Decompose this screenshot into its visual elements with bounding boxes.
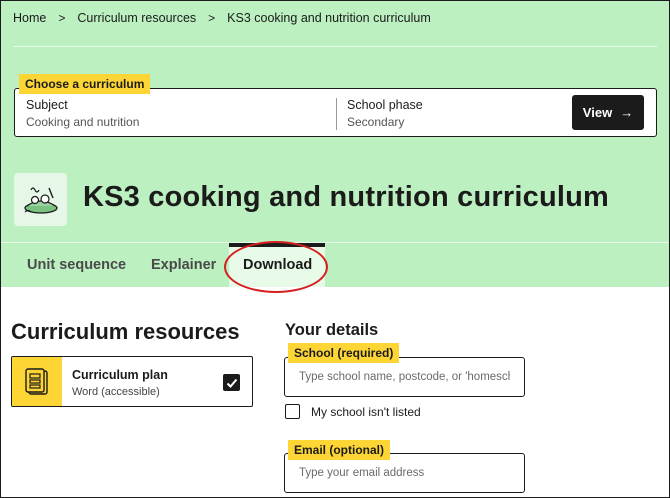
tab-unit-sequence[interactable]: Unit sequence — [27, 257, 126, 273]
resource-card-curriculum-plan[interactable]: Curriculum plan Word (accessible) — [11, 356, 253, 407]
choose-curriculum-tag: Choose a curriculum — [19, 74, 151, 94]
breadcrumb-current: KS3 cooking and nutrition curriculum — [227, 11, 431, 25]
tab-explainer[interactable]: Explainer — [151, 257, 216, 273]
resource-title: Curriculum plan — [72, 368, 168, 382]
breadcrumb-separator: > — [58, 11, 66, 25]
school-input[interactable] — [284, 357, 525, 397]
document-icon — [12, 357, 62, 406]
view-button[interactable]: View → — [572, 95, 644, 130]
school-phase-label: School phase — [347, 98, 423, 112]
breadcrumb-home[interactable]: Home — [13, 11, 46, 25]
cooking-nutrition-icon — [14, 173, 67, 226]
breadcrumb-curriculum-resources[interactable]: Curriculum resources — [77, 11, 196, 25]
school-required-tag: School (required) — [288, 343, 400, 363]
resource-subtitle: Word (accessible) — [72, 386, 160, 398]
subject-label: Subject — [26, 98, 68, 112]
subject-field[interactable]: Subject Cooking and nutrition — [26, 98, 139, 129]
school-unlisted-label: My school isn't listed — [311, 405, 421, 419]
breadcrumb: Home > Curriculum resources > KS3 cookin… — [13, 11, 431, 25]
school-phase-field[interactable]: School phase Secondary — [347, 98, 423, 129]
arrow-right-icon: → — [620, 105, 634, 120]
page-header: Home > Curriculum resources > KS3 cookin… — [1, 1, 669, 293]
resource-checkbox[interactable] — [223, 374, 240, 391]
checkmark-icon — [226, 378, 237, 388]
view-button-label: View — [582, 105, 613, 120]
school-unlisted-checkbox[interactable] — [285, 404, 300, 419]
curriculum-resources-heading: Curriculum resources — [11, 319, 240, 344]
breadcrumb-separator: > — [208, 11, 216, 25]
curriculum-chooser: Subject Cooking and nutrition School pha… — [14, 88, 657, 137]
email-optional-tag: Email (optional) — [288, 440, 390, 460]
subject-value: Cooking and nutrition — [26, 115, 140, 129]
header-divider — [13, 46, 657, 47]
annotation-highlight-ring — [224, 241, 328, 293]
page-title: KS3 cooking and nutrition curriculum — [83, 181, 610, 213]
tabs-divider — [1, 242, 669, 243]
school-phase-value: Secondary — [347, 115, 405, 129]
your-details-heading: Your details — [285, 321, 379, 339]
chooser-divider — [336, 98, 337, 130]
